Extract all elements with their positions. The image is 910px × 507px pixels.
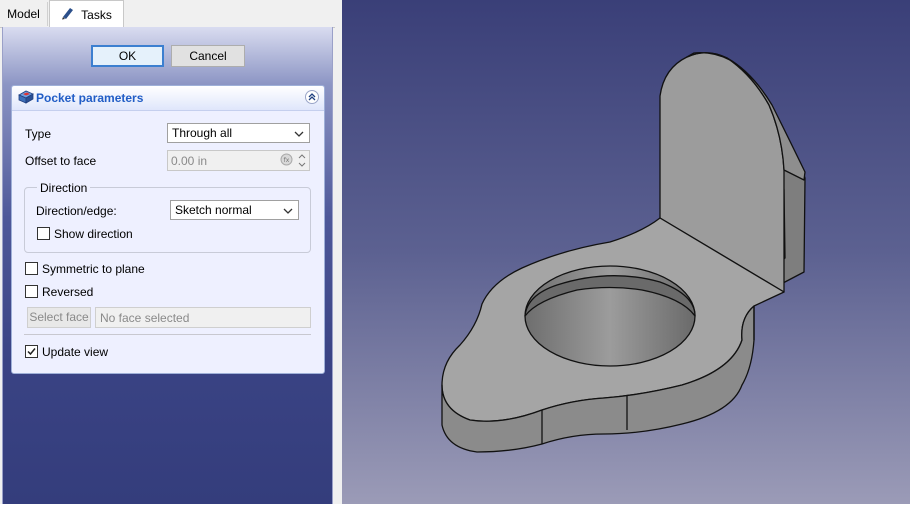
direction-edge-label: Direction/edge:: [36, 204, 117, 218]
pocket-icon: [18, 90, 34, 107]
tab-model[interactable]: Model: [0, 2, 48, 26]
tab-model-label: Model: [7, 7, 40, 21]
type-label: Type: [25, 127, 52, 141]
collapse-chevron-icon[interactable]: [305, 90, 319, 104]
offset-value: 0.00 in: [171, 154, 208, 168]
chevron-down-icon: [294, 128, 304, 142]
direction-group: [24, 187, 311, 253]
tab-bar: Model Tasks: [0, 0, 335, 28]
panel-header[interactable]: Pocket parameters: [12, 86, 324, 111]
cancel-button[interactable]: Cancel: [171, 45, 245, 67]
select-face-button[interactable]: Select face: [27, 307, 91, 328]
reversed-label: Reversed: [42, 285, 94, 299]
direction-edge-value: Sketch normal: [175, 203, 252, 217]
type-dropdown[interactable]: Through all: [167, 123, 310, 143]
show-direction-checkbox[interactable]: [37, 227, 50, 240]
task-panel-area: Model Tasks OK Cancel Pocket parameters …: [0, 0, 335, 504]
panel-title: Pocket parameters: [36, 91, 144, 105]
divider: [24, 334, 311, 335]
panel-splitter[interactable]: [335, 0, 342, 504]
spin-buttons-icon[interactable]: [297, 152, 307, 172]
svg-text:fx: fx: [284, 157, 290, 164]
type-value: Through all: [172, 126, 233, 140]
direction-edge-dropdown[interactable]: Sketch normal: [170, 200, 299, 220]
symmetric-checkbox[interactable]: [25, 262, 38, 275]
update-view-checkbox[interactable]: [25, 345, 38, 358]
offset-input[interactable]: 0.00 in fx: [167, 150, 310, 171]
offset-label: Offset to face: [25, 154, 97, 168]
checkmark-icon: [27, 348, 36, 356]
update-view-label: Update view: [42, 345, 109, 359]
tab-tasks-label: Tasks: [81, 8, 112, 22]
show-direction-label: Show direction: [54, 227, 133, 241]
3d-viewport[interactable]: [342, 0, 910, 504]
chevron-down-icon: [283, 205, 293, 219]
ok-button[interactable]: OK: [91, 45, 164, 67]
reversed-checkbox[interactable]: [25, 285, 38, 298]
tab-tasks[interactable]: Tasks: [49, 0, 124, 28]
expression-icon: fx: [280, 153, 293, 169]
3d-part-model: [441, 52, 806, 453]
direction-group-title: Direction: [37, 181, 91, 195]
face-field[interactable]: No face selected: [95, 307, 311, 328]
pencil-icon: [61, 2, 75, 30]
symmetric-label: Symmetric to plane: [42, 262, 145, 276]
face-field-value: No face selected: [100, 311, 190, 325]
